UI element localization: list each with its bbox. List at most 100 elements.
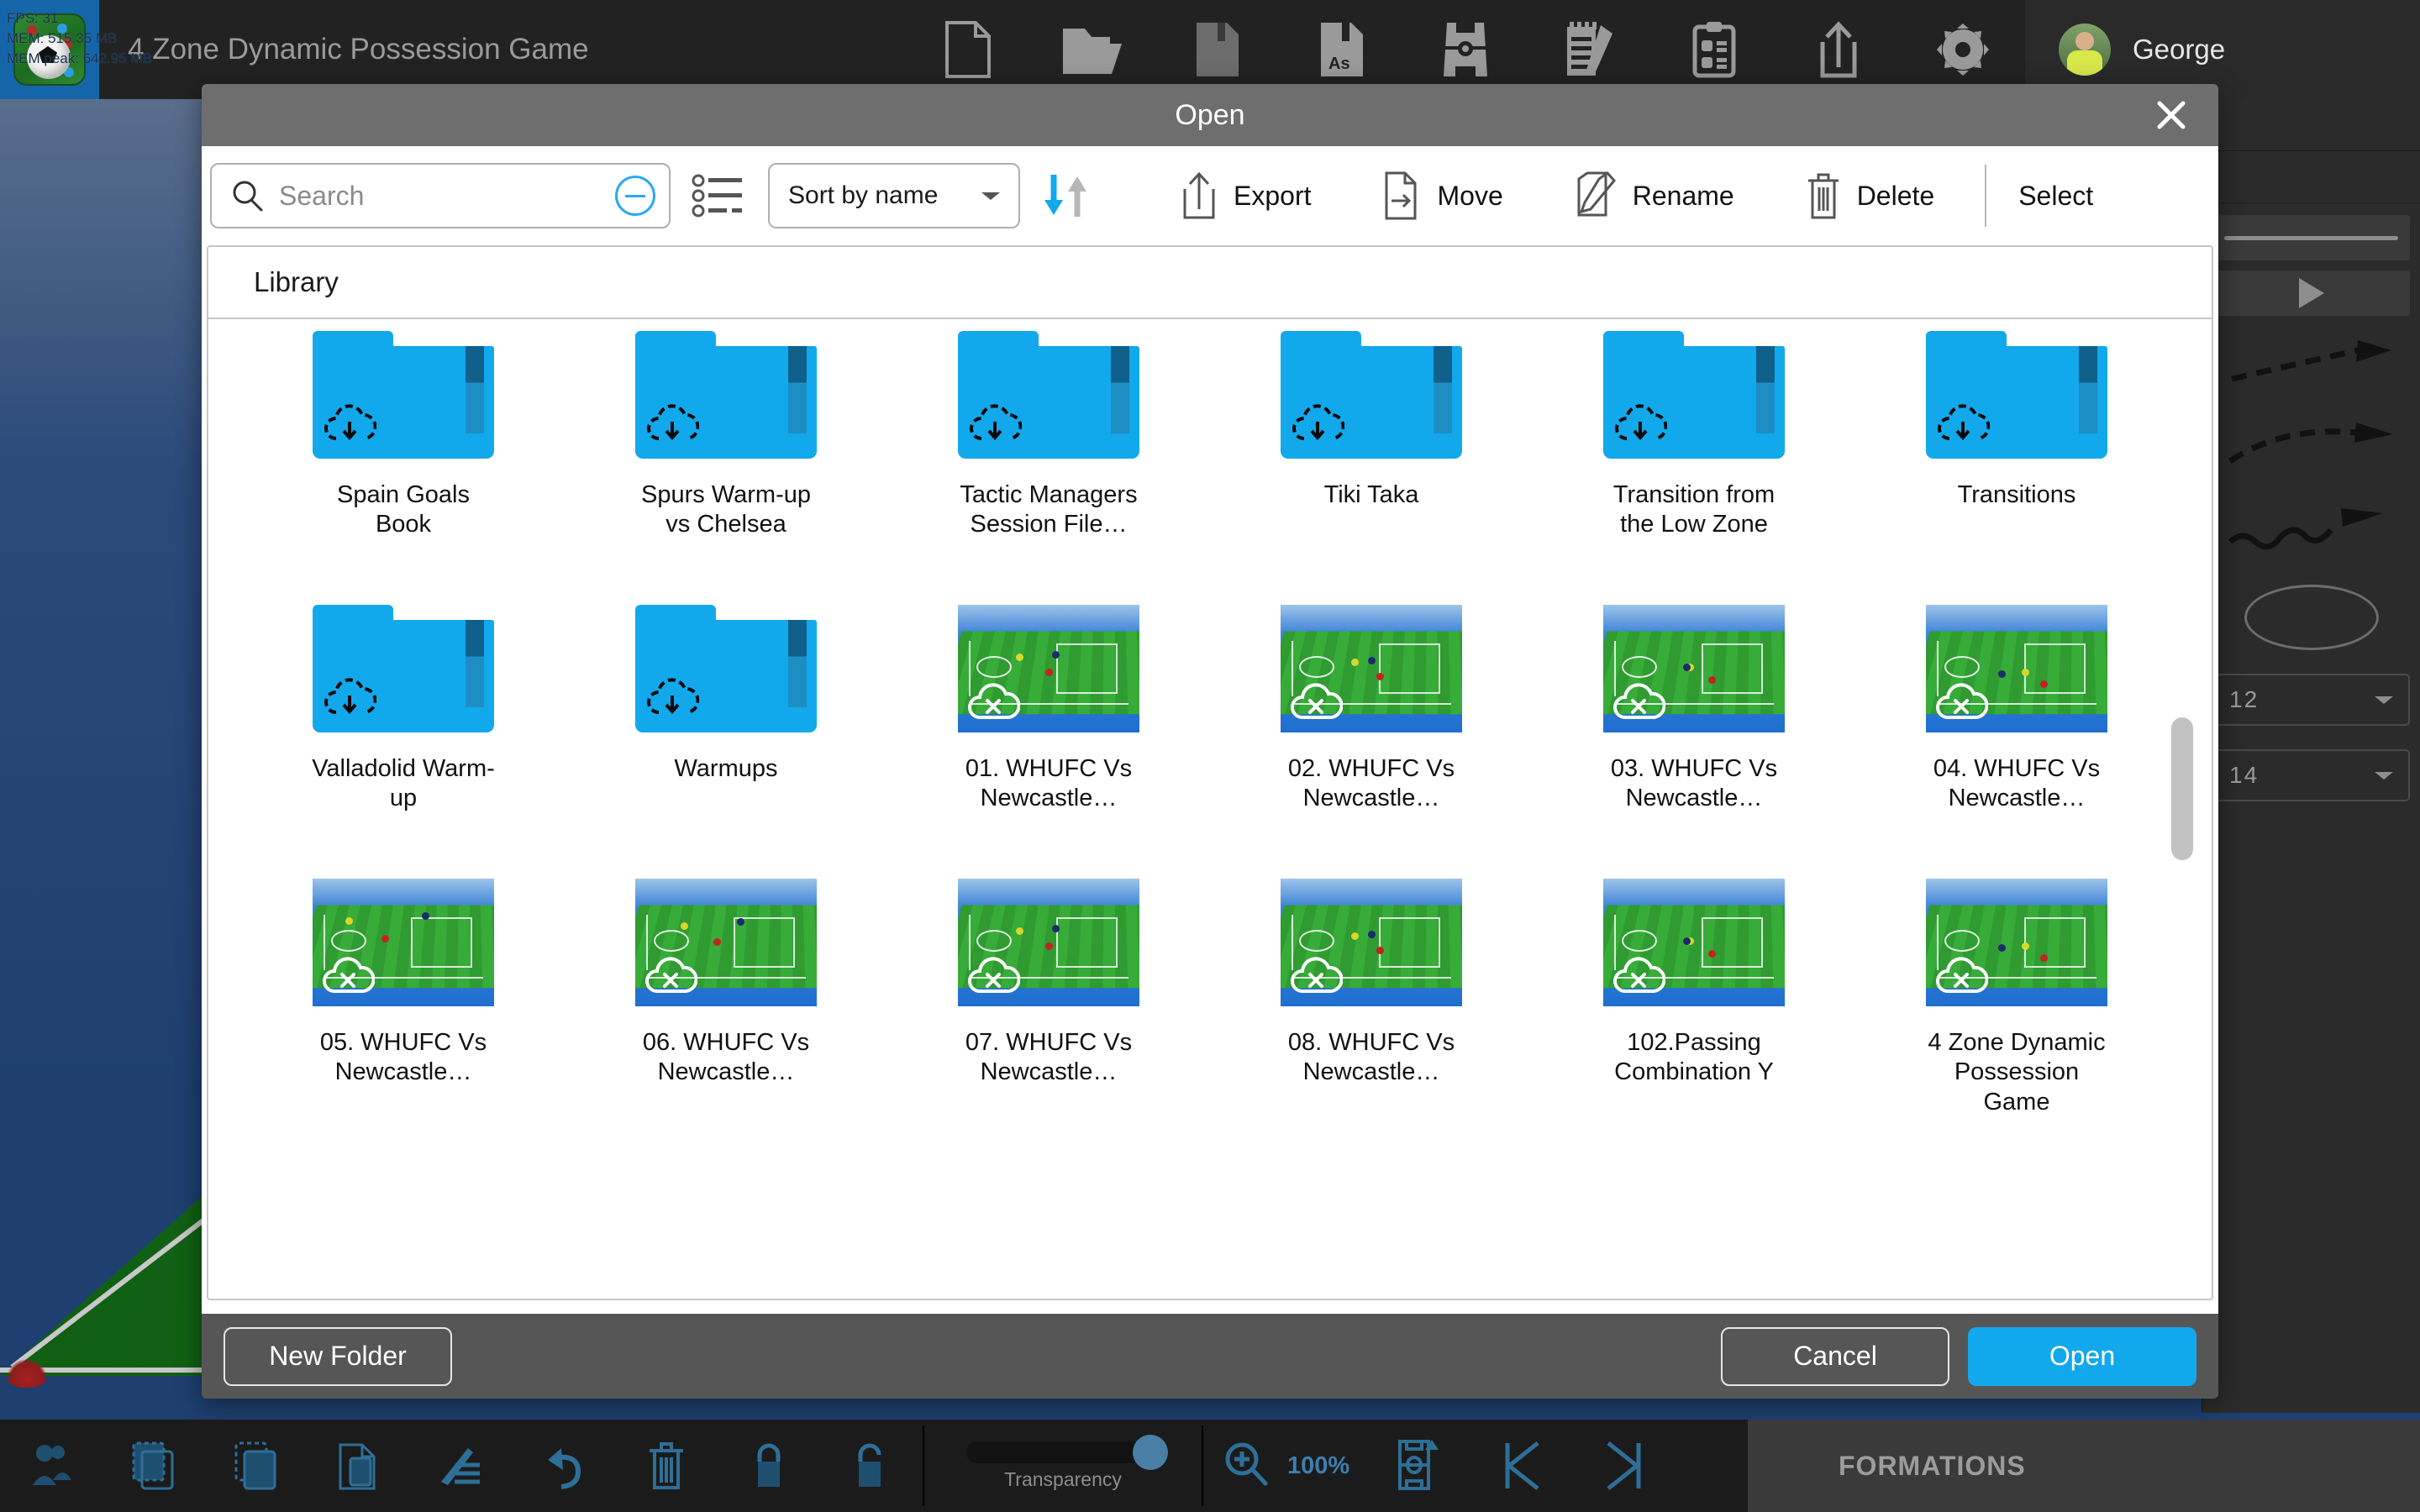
file-thumbnail[interactable] [1926, 879, 2107, 1006]
penalty-box [1056, 643, 1118, 695]
cancel-button[interactable]: Cancel [1721, 1327, 1949, 1386]
dialog-toolbar: Search Sort by name [202, 146, 2218, 245]
zoom-in-icon[interactable] [1222, 1440, 1270, 1493]
file-label: Spain Goals Book [307, 480, 500, 540]
paste-icon[interactable] [308, 1420, 410, 1512]
player-marker [1016, 654, 1023, 661]
pitch-selector-icon[interactable] [1368, 1420, 1470, 1512]
file-thumbnail[interactable] [635, 605, 817, 732]
panel-slider[interactable] [2212, 215, 2410, 260]
formations-label: FORMATIONS [1839, 1451, 2026, 1482]
lock-icon[interactable] [718, 1420, 820, 1512]
rename-button[interactable]: Rename [1539, 171, 1770, 221]
file-thumbnail[interactable] [1603, 331, 1785, 459]
file-grid-item[interactable]: Tactic Managers Session File… [887, 321, 1210, 595]
arrow-style-curved-dashed[interactable] [2202, 408, 2420, 480]
file-grid-item[interactable]: Transitions [1855, 321, 2178, 595]
layers-icon[interactable] [103, 1420, 205, 1512]
slider-track[interactable] [2224, 236, 2398, 240]
next-frame-button[interactable] [1573, 1420, 1676, 1512]
session-thumbnail [313, 879, 494, 1006]
file-thumbnail[interactable] [313, 879, 494, 1006]
undo-icon[interactable] [513, 1420, 615, 1512]
export-button[interactable]: Export [1144, 171, 1346, 221]
file-thumbnail[interactable] [958, 879, 1139, 1006]
file-grid-item[interactable]: 07. WHUFC Vs Newcastle… [887, 869, 1210, 1142]
file-grid-item[interactable]: 01. WHUFC Vs Newcastle… [887, 595, 1210, 869]
transparency-slider[interactable]: Transparency [924, 1420, 1202, 1512]
right-tools-panel: 12 14 [2202, 99, 2420, 1413]
arrow-style-dashed-straight[interactable] [2202, 326, 2420, 398]
file-thumbnail[interactable] [1603, 605, 1785, 732]
file-thumbnail[interactable] [313, 605, 494, 732]
folder-icon [1603, 331, 1785, 459]
session-thumbnail [958, 879, 1139, 1006]
panel-row [2202, 151, 2420, 203]
breadcrumb[interactable]: Library [208, 247, 2212, 319]
file-thumbnail[interactable] [313, 331, 494, 459]
list-view-toggle[interactable] [671, 172, 765, 219]
file-grid-item[interactable]: Valladolid Warm-up [242, 595, 565, 869]
move-button[interactable]: Move [1346, 171, 1538, 221]
file-grid-item[interactable]: 05. WHUFC Vs Newcastle… [242, 869, 565, 1142]
brush-icon[interactable] [410, 1420, 513, 1512]
performance-overlay: FPS: 31 MEM: 515.35 MB MEM peak: 642.95 … [7, 8, 152, 69]
file-thumbnail[interactable] [1281, 331, 1462, 459]
play-animation-button[interactable] [2212, 270, 2410, 316]
file-grid-item[interactable]: 03. WHUFC Vs Newcastle… [1533, 595, 1855, 869]
files-scroll-area[interactable]: Spain Goals Book Spurs Warm-up vs Chelse… [208, 321, 2212, 1299]
file-label: 05. WHUFC Vs Newcastle… [307, 1028, 500, 1088]
player-count-select-2[interactable]: 14 [2212, 749, 2410, 801]
center-circle [1299, 656, 1334, 678]
duplicate-icon[interactable] [205, 1420, 308, 1512]
unlock-icon[interactable] [820, 1420, 923, 1512]
export-label: Export [1234, 181, 1311, 212]
arrow-style-wavy[interactable] [2202, 491, 2420, 563]
sort-direction-toggle[interactable] [1020, 171, 1113, 220]
close-icon[interactable] [2148, 92, 2195, 139]
file-thumbnail[interactable] [635, 331, 817, 459]
file-grid-item[interactable]: Transition from the Low Zone [1533, 321, 1855, 595]
players-icon[interactable] [0, 1420, 103, 1512]
folder-icon [958, 331, 1139, 459]
slider-thumb[interactable] [1133, 1435, 1168, 1470]
file-thumbnail[interactable] [1281, 605, 1462, 732]
new-folder-button[interactable]: New Folder [224, 1327, 452, 1386]
file-thumbnail[interactable] [635, 879, 817, 1006]
file-thumbnail[interactable] [1926, 605, 2107, 732]
player-marker [1683, 664, 1691, 671]
previous-frame-button[interactable] [1470, 1420, 1573, 1512]
player-count-select-1[interactable]: 12 [2212, 674, 2410, 726]
file-thumbnail[interactable] [1603, 879, 1785, 1006]
file-grid-item[interactable]: Spurs Warm-up vs Chelsea [565, 321, 887, 595]
slider-track[interactable] [966, 1441, 1160, 1463]
vertical-scrollbar[interactable] [2171, 717, 2193, 860]
file-grid-item[interactable]: 102.Passing Combination Y [1533, 869, 1855, 1142]
formations-panel-header[interactable]: FORMATIONS [1748, 1420, 2420, 1512]
file-grid-item[interactable]: 06. WHUFC Vs Newcastle… [565, 869, 887, 1142]
file-grid-item[interactable]: Tiki Taka [1210, 321, 1533, 595]
player-marker [381, 935, 389, 942]
open-button[interactable]: Open [1968, 1327, 2196, 1386]
file-grid-item[interactable]: Spain Goals Book [242, 321, 565, 595]
sort-select[interactable]: Sort by name [768, 163, 1020, 228]
file-grid-item[interactable]: 08. WHUFC Vs Newcastle… [1210, 869, 1533, 1142]
delete-button[interactable]: Delete [1770, 171, 1970, 221]
file-thumbnail[interactable] [1926, 331, 2107, 459]
select-mode-button[interactable]: Select [1990, 181, 2122, 212]
file-thumbnail[interactable] [958, 331, 1139, 459]
trash-icon[interactable] [615, 1420, 718, 1512]
search-input[interactable]: Search [210, 163, 671, 228]
avatar [2059, 24, 2111, 76]
shape-ellipse-tool[interactable] [2244, 585, 2379, 650]
file-grid-item[interactable]: 04. WHUFC Vs Newcastle… [1855, 595, 2178, 869]
session-thumbnail [1926, 879, 2107, 1006]
rename-label: Rename [1633, 181, 1734, 212]
clear-search-button[interactable] [615, 176, 655, 216]
file-thumbnail[interactable] [958, 605, 1139, 732]
file-grid-item[interactable]: Warmups [565, 595, 887, 869]
file-grid-item[interactable]: 4 Zone Dynamic Possession Game [1855, 869, 2178, 1142]
chevron-down-icon [981, 192, 1000, 200]
file-thumbnail[interactable] [1281, 879, 1462, 1006]
file-grid-item[interactable]: 02. WHUFC Vs Newcastle… [1210, 595, 1533, 869]
